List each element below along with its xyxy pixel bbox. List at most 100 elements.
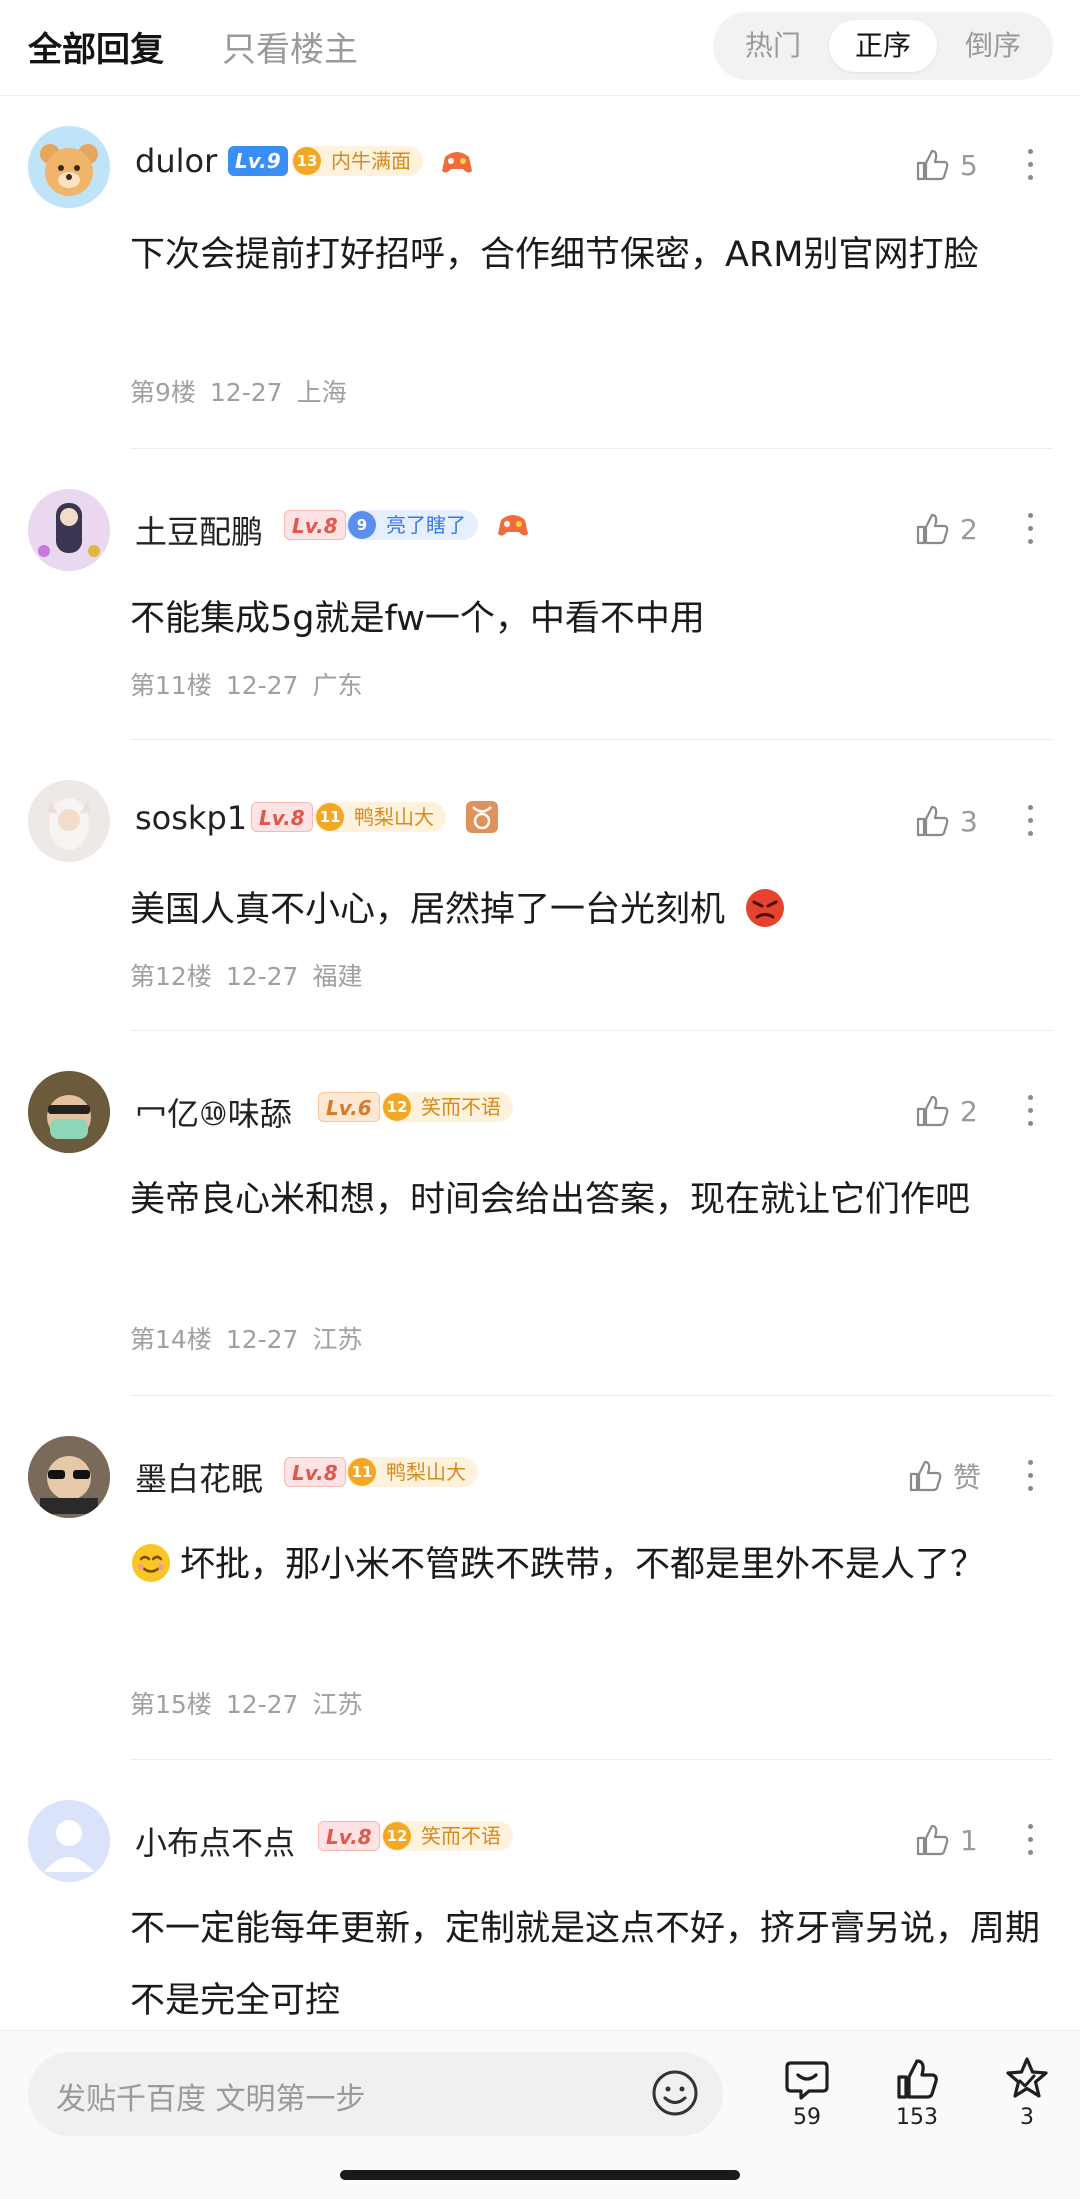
fan-title: 亮了瞎了 <box>386 513 466 537</box>
avatar[interactable] <box>28 126 110 208</box>
post-location: 江苏 <box>312 1325 363 1354</box>
comment-text: 不一定能每年更新，定制就是这点不好，挤牙膏另说，周期不是完全可控 <box>130 1909 1041 2021</box>
fan-level-icon: 11 <box>348 1458 376 1486</box>
like-count: 2 <box>960 1094 978 1128</box>
level-badge: Lv.8 <box>318 1821 380 1851</box>
fan-level-icon: 12 <box>383 1093 411 1121</box>
like-count: 3 <box>960 804 978 838</box>
avatar[interactable] <box>28 489 110 571</box>
divider <box>130 448 1052 449</box>
like-post-button[interactable]: 153 <box>872 2055 962 2130</box>
post-location: 江苏 <box>312 1690 363 1719</box>
like-button[interactable]: 2 <box>912 509 978 549</box>
avatar[interactable] <box>28 1071 110 1153</box>
fan-level-icon: 13 <box>293 147 321 175</box>
default-user-avatar-icon <box>28 1800 110 1882</box>
post-like-count: 153 <box>896 2105 938 2130</box>
post-location: 上海 <box>296 378 347 407</box>
avatar[interactable] <box>28 1800 110 1882</box>
thumbs-up-icon <box>916 1824 949 1856</box>
comment-bubble-icon <box>785 2061 829 2100</box>
favorite-button[interactable]: 3 <box>982 2055 1072 2130</box>
post-date: 12-27 <box>209 378 283 407</box>
sunglasses-avatar-icon <box>28 1436 110 1518</box>
taurus-badge-icon <box>466 801 498 833</box>
post-date: 12-27 <box>225 1325 299 1354</box>
fan-badge: 11 鸭梨山大 <box>314 802 446 832</box>
floor-number: 第14楼 <box>130 1325 212 1354</box>
username[interactable]: 小布点不点 <box>135 1818 295 1864</box>
comment-meta: 第9楼 12-27 上海 <box>130 373 361 409</box>
like-button[interactable]: 2 <box>912 1091 978 1131</box>
avatar[interactable] <box>28 1436 110 1518</box>
fan-badge: 13 内牛满面 <box>291 146 423 176</box>
comment-meta: 第11楼 12-27 广东 <box>130 666 376 702</box>
tab-all-replies[interactable]: 全部回复 <box>28 22 164 71</box>
divider <box>130 739 1052 740</box>
comment-text: 下次会提前打好招呼，合作细节保密，ARM别官网打脸 <box>130 235 979 275</box>
reply-input[interactable]: 发贴千百度 文明第一步 <box>28 2052 723 2136</box>
post-date: 12-27 <box>225 671 299 700</box>
level-badge: Lv.6 <box>318 1092 380 1122</box>
comment-text: 美国人真不小心，居然掉了一台光刻机 <box>130 874 1055 946</box>
fan-title: 笑而不语 <box>421 1095 501 1119</box>
more-options-icon[interactable] <box>1020 145 1040 185</box>
floor-number: 第9楼 <box>130 378 196 407</box>
comment-text-content: 美国人真不小心，居然掉了一台光刻机 <box>130 890 726 930</box>
sort-ascending[interactable]: 正序 <box>829 20 937 72</box>
fan-level-icon: 11 <box>316 803 344 831</box>
like-count: 1 <box>960 1823 978 1857</box>
anime-avatar-icon <box>28 780 110 862</box>
sort-descending[interactable]: 倒序 <box>939 20 1047 72</box>
star-favorite-icon <box>1006 2057 1048 2098</box>
post-location: 福建 <box>312 962 363 991</box>
thumbs-up-icon <box>897 2059 938 2099</box>
comment-meta: 第15楼 12-27 江苏 <box>130 1685 376 1721</box>
fan-title: 笑而不语 <box>421 1824 501 1848</box>
username[interactable]: 冖亿⑩味舔 <box>135 1089 292 1135</box>
username[interactable]: 土豆配鹏 <box>135 507 263 553</box>
avatar[interactable] <box>28 780 110 862</box>
fan-badge: 9 亮了瞎了 <box>346 510 478 540</box>
like-button[interactable]: 3 <box>912 801 978 841</box>
tab-op-only[interactable]: 只看楼主 <box>222 22 358 71</box>
emoji-picker-icon[interactable] <box>650 2068 700 2118</box>
sort-hot[interactable]: 热门 <box>719 20 827 72</box>
more-options-icon[interactable] <box>1020 1820 1040 1860</box>
fan-badge: 12 笑而不语 <box>381 1092 513 1122</box>
comment-text: 美帝良心米和想，时间会给出答案，现在就让它们作吧 <box>130 1180 971 1220</box>
more-options-icon[interactable] <box>1020 801 1040 841</box>
reply-input-placeholder: 发贴千百度 文明第一步 <box>56 2082 366 2117</box>
controller-badge-icon <box>498 515 528 536</box>
username[interactable]: 墨白花眠 <box>135 1454 263 1500</box>
comment-text-content: 坏批，那小米不管跌不跌带，不都是里外不是人了？ <box>180 1545 986 1585</box>
fan-title: 鸭梨山大 <box>386 1460 466 1484</box>
comment-count: 59 <box>793 2105 821 2130</box>
comments-button[interactable]: 59 <box>762 2055 852 2130</box>
thumbs-up-icon <box>916 513 949 545</box>
fan-level-icon: 9 <box>348 511 376 539</box>
bear-avatar-icon <box>28 126 110 208</box>
like-button[interactable]: 1 <box>912 1820 978 1860</box>
thumbs-up-icon <box>916 149 949 181</box>
like-button[interactable]: 5 <box>912 145 978 185</box>
thumbs-up-icon <box>916 1095 949 1127</box>
sort-segmented-control: 热门 正序 倒序 <box>713 12 1053 80</box>
more-options-icon[interactable] <box>1020 509 1040 549</box>
masked-face-avatar-icon <box>28 1071 110 1153</box>
like-count: 2 <box>960 512 978 546</box>
level-badge: Lv.8 <box>284 510 346 540</box>
fan-badge: 11 鸭梨山大 <box>346 1457 478 1487</box>
thumbs-up-icon <box>909 1460 942 1492</box>
fan-level-icon: 12 <box>383 1822 411 1850</box>
floor-number: 第12楼 <box>130 962 212 991</box>
username[interactable]: dulor <box>135 142 217 180</box>
thumbs-up-icon <box>916 805 949 837</box>
username[interactable]: soskp1 <box>135 799 247 837</box>
like-button[interactable]: 赞 <box>905 1456 981 1496</box>
more-options-icon[interactable] <box>1020 1091 1040 1131</box>
level-badge: Lv.9 <box>228 146 288 176</box>
favorite-count: 3 <box>1020 2105 1034 2130</box>
reply-filter-bar: 全部回复 只看楼主 热门 正序 倒序 <box>0 0 1080 96</box>
more-options-icon[interactable] <box>1020 1456 1040 1496</box>
